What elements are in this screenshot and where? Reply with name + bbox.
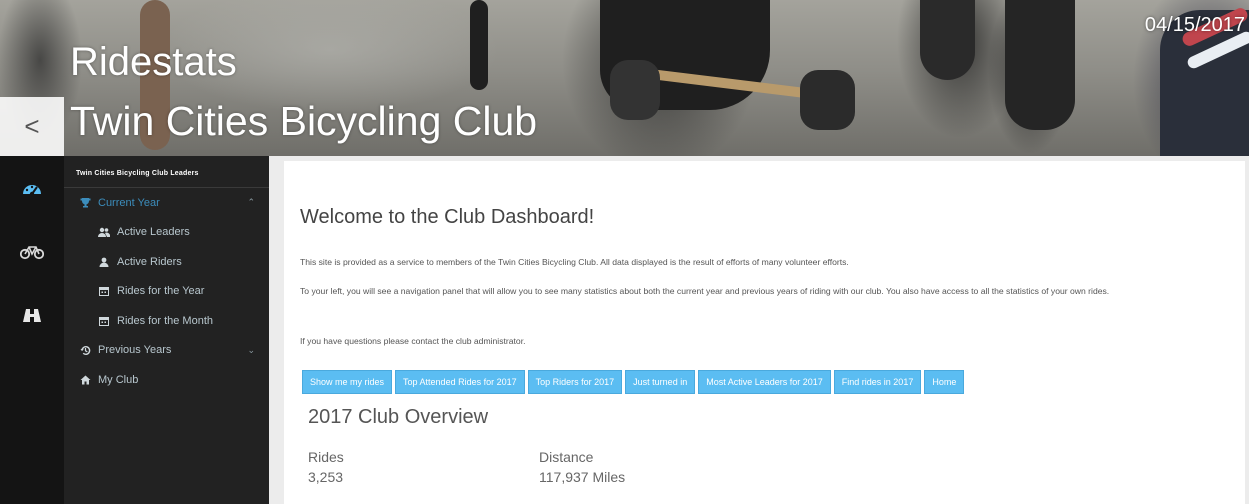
show-my-rides-button[interactable]: Show me my rides [302, 370, 393, 394]
banner-photo-shape [920, 0, 975, 80]
top-riders-button[interactable]: Top Riders for 2017 [527, 370, 623, 394]
rail-bicycle[interactable] [0, 220, 64, 284]
banner-photo-shape [1005, 0, 1075, 130]
rides-value: 3,253 [308, 469, 344, 485]
distance-stat: Distance 117,937 Miles [539, 449, 625, 485]
sidebar-item-label: My Club [98, 373, 139, 386]
sidebar-item-label: Active Leaders [117, 226, 190, 239]
rail-dashboard[interactable] [0, 156, 64, 220]
sidebar-item-label: Rides for the Month [117, 314, 213, 327]
just-turned-in-button[interactable]: Just turned in [625, 370, 696, 394]
page: Ridestats Twin Cities Bicycling Club 04/… [0, 0, 1249, 504]
sidebar-item-rides-year[interactable]: Rides for the Year [64, 277, 269, 307]
calendar-icon [97, 316, 111, 326]
sidebar-item-my-club[interactable]: My Club [64, 365, 269, 395]
home-button[interactable]: Home [924, 370, 965, 394]
sidebar-item-label: Current Year [98, 196, 160, 209]
most-active-leaders-button[interactable]: Most Active Leaders for 2017 [698, 370, 831, 394]
navigation-paragraph: To your left, you will see a navigation … [300, 286, 1110, 296]
club-title: Twin Cities Bicycling Club [70, 98, 538, 144]
sidebar-item-active-leaders[interactable]: Active Leaders [64, 218, 269, 248]
user-icon [97, 257, 111, 267]
icon-rail [0, 156, 64, 504]
site-title: Ridestats [70, 40, 237, 84]
bicycle-icon [20, 246, 44, 260]
rides-stat: Rides 3,253 [308, 449, 344, 485]
page-title: Welcome to the Club Dashboard! [300, 206, 595, 228]
history-icon [78, 345, 92, 356]
chevron-up-icon: ⌃ [247, 197, 255, 208]
distance-value: 117,937 Miles [539, 469, 626, 485]
trophy-icon [78, 197, 92, 208]
users-icon [97, 227, 111, 238]
top-attended-rides-button[interactable]: Top Attended Rides for 2017 [395, 370, 525, 394]
chevron-left-icon: < [24, 111, 40, 141]
rides-label: Rides [308, 449, 344, 465]
find-rides-button[interactable]: Find rides in 2017 [833, 370, 922, 394]
main-content: Welcome to the Club Dashboard! This site… [269, 156, 1249, 504]
header-banner: Ridestats Twin Cities Bicycling Club 04/… [0, 0, 1249, 156]
home-icon [78, 375, 92, 385]
calendar-icon [97, 286, 111, 297]
sidebar-item-label: Previous Years [98, 344, 172, 357]
sidebar-item-label: Active Riders [117, 255, 182, 268]
dashboard-panel: Welcome to the Club Dashboard! This site… [284, 161, 1245, 504]
sidebar-item-previous-years[interactable]: Previous Years ⌄ [64, 336, 269, 366]
sidebar-header: Twin Cities Bicycling Club Leaders [64, 156, 269, 188]
sidebar-item-active-riders[interactable]: Active Riders [64, 247, 269, 277]
date-display: 04/15/2017 [1144, 14, 1245, 36]
distance-label: Distance [539, 449, 594, 465]
dashboard-icon [23, 185, 41, 197]
sidebar-item-rides-month[interactable]: Rides for the Month [64, 306, 269, 336]
chevron-down-icon: ⌄ [247, 344, 255, 355]
back-button[interactable]: < [0, 97, 64, 156]
overview-title: 2017 Club Overview [308, 406, 489, 428]
banner-photo-shape [610, 60, 660, 120]
quick-links: Show me my rides Top Attended Rides for … [302, 370, 965, 394]
banner-photo-shape [800, 70, 855, 130]
sidebar: Twin Cities Bicycling Club Leaders Curre… [64, 156, 269, 504]
intro-paragraph: This site is provided as a service to me… [300, 257, 849, 267]
sidebar-item-current-year[interactable]: Current Year ⌃ [64, 188, 269, 218]
rail-binoculars[interactable] [0, 284, 64, 348]
sidebar-item-label: Rides for the Year [117, 285, 205, 298]
binoculars-icon [23, 309, 41, 322]
banner-photo-shape [470, 0, 488, 90]
contact-paragraph: If you have questions please contact the… [300, 336, 526, 346]
